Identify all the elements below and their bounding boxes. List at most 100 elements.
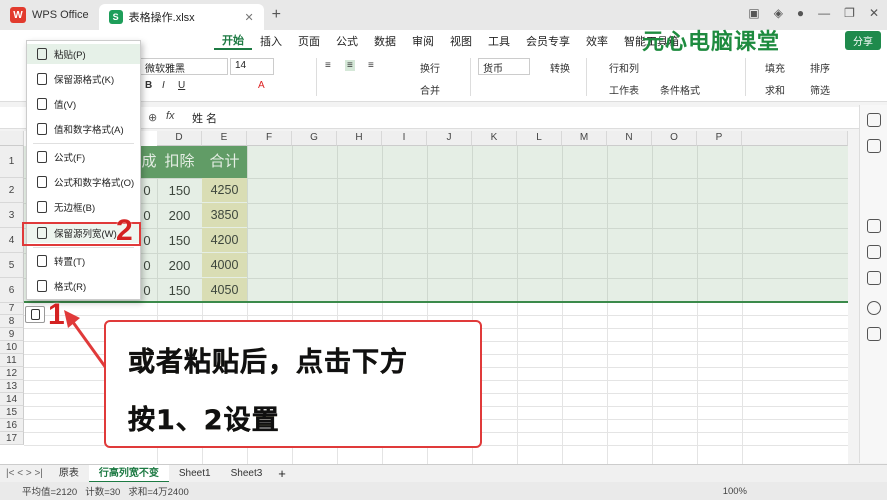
close-window-icon[interactable]: ✕ [869, 6, 879, 20]
cond-format-button[interactable]: 条件格式 [660, 82, 700, 97]
paste-option[interactable]: 粘贴(P) [27, 44, 140, 64]
callout-line-2: 按1、2设置 [128, 405, 280, 436]
align-middle-icon[interactable]: ≡ [345, 60, 355, 71]
user-avatar-icon[interactable]: ● [797, 6, 804, 20]
row-header[interactable]: 11 [0, 354, 24, 367]
paste-option[interactable]: 保留源格式(K) [27, 69, 140, 89]
paste-option[interactable]: 转置(T) [27, 251, 140, 271]
paste-option[interactable]: 值和数字格式(A) [27, 119, 140, 139]
col-header[interactable]: F [247, 131, 292, 146]
font-color-icon[interactable]: A [258, 80, 265, 91]
bold-icon[interactable]: B [145, 80, 152, 91]
formula-input[interactable]: 姓 名 [192, 110, 217, 126]
paste-option[interactable]: 值(V) [27, 94, 140, 114]
col-header[interactable]: M [562, 131, 607, 146]
col-header[interactable]: I [382, 131, 427, 146]
share-panel-icon[interactable] [867, 327, 881, 341]
rows-cols-button[interactable]: 行和列 [609, 60, 639, 75]
merge-button[interactable]: 合并 [420, 82, 440, 97]
row-header[interactable]: 5 [0, 253, 24, 278]
sort-button[interactable]: 排序 [810, 60, 830, 75]
row-header[interactable]: 15 [0, 406, 24, 419]
paste-option[interactable]: 公式和数字格式(O) [27, 172, 140, 192]
menu-data[interactable]: 数据 [366, 33, 404, 49]
share-button[interactable]: 分享 [845, 31, 881, 50]
format-icon[interactable] [867, 245, 881, 259]
sum-button[interactable]: 求和 [765, 82, 785, 97]
wrap-text-button[interactable]: 换行 [420, 60, 440, 75]
convert-button[interactable]: 转换 [550, 60, 570, 75]
sheet-nav-icon[interactable]: |< < > >| [0, 468, 49, 479]
worksheet-button[interactable]: 工作表 [609, 82, 639, 97]
style-icon[interactable] [867, 219, 881, 233]
fill-button[interactable]: 填充 [765, 60, 785, 75]
row-header[interactable]: 14 [0, 393, 24, 406]
col-header[interactable]: O [652, 131, 697, 146]
col-header[interactable]: L [517, 131, 562, 146]
menu-member[interactable]: 会员专享 [518, 33, 578, 49]
fx-icon[interactable]: fx [166, 110, 175, 122]
col-header[interactable]: G [292, 131, 337, 146]
number-format-select[interactable]: 货币 [478, 58, 530, 75]
col-header[interactable]: P [697, 131, 742, 146]
font-size-select[interactable]: 14 [230, 58, 274, 75]
col-header[interactable]: D [157, 131, 202, 146]
close-tab-icon[interactable]: ✕ [244, 11, 253, 24]
col-header[interactable]: N [607, 131, 652, 146]
align-top-icon[interactable]: ≡ [325, 60, 331, 71]
row-header[interactable]: 9 [0, 328, 24, 341]
menu-view[interactable]: 视图 [442, 33, 480, 49]
col-header[interactable]: K [472, 131, 517, 146]
restore-icon[interactable]: ❐ [844, 6, 855, 20]
row-header[interactable]: 16 [0, 419, 24, 432]
row-header[interactable]: 13 [0, 380, 24, 393]
menu-efficiency[interactable]: 效率 [578, 33, 616, 49]
paste-option[interactable]: 公式(F) [27, 147, 140, 167]
underline-icon[interactable]: U [178, 80, 185, 91]
settings-icon[interactable] [867, 271, 881, 285]
row-header[interactable]: 4 [0, 228, 24, 253]
col-header[interactable]: E [202, 131, 247, 146]
sheet-tab[interactable]: Sheet3 [221, 465, 273, 483]
menu-home[interactable]: 开始 [214, 32, 252, 50]
minimize-icon[interactable]: — [818, 6, 830, 20]
row-header[interactable]: 6 [0, 278, 24, 303]
document-tab[interactable]: S 表格操作.xlsx ✕ [98, 4, 264, 30]
zoom-search-icon[interactable]: ⊕ [148, 111, 157, 124]
status-average: 平均值=2120 [22, 487, 78, 498]
col-header[interactable]: J [427, 131, 472, 146]
clipboard-icon [37, 123, 47, 135]
font-name-select[interactable]: 微软雅黑 [140, 58, 228, 75]
menu-insert[interactable]: 插入 [252, 33, 290, 49]
edit-icon[interactable] [867, 139, 881, 153]
add-sheet-icon[interactable]: + [272, 466, 292, 481]
menu-review[interactable]: 审阅 [404, 33, 442, 49]
sheet-tab[interactable]: 原表 [49, 465, 89, 483]
menu-tools[interactable]: 工具 [480, 33, 518, 49]
align-bottom-icon[interactable]: ≡ [368, 60, 374, 71]
italic-icon[interactable]: I [162, 80, 165, 91]
menu-formula[interactable]: 公式 [328, 33, 366, 49]
panel-icon[interactable] [867, 113, 881, 127]
row-header[interactable]: 12 [0, 367, 24, 380]
col-header[interactable]: H [337, 131, 382, 146]
filter-button[interactable]: 筛选 [810, 82, 830, 97]
row-header[interactable]: 8 [0, 315, 24, 328]
cube-icon[interactable]: ◈ [774, 6, 783, 20]
window-layout-icon[interactable]: ▣ [748, 6, 759, 20]
zoom-level[interactable]: 100% [723, 486, 747, 497]
row-header[interactable]: 1 [0, 146, 24, 178]
row-header[interactable]: 2 [0, 178, 24, 203]
paste-options-button[interactable] [25, 306, 45, 323]
paste-option[interactable]: 格式(R) [27, 276, 140, 296]
row-header[interactable]: 10 [0, 341, 24, 354]
row-header[interactable]: 17 [0, 432, 24, 445]
help-icon[interactable] [867, 301, 881, 315]
row-header[interactable]: 3 [0, 203, 24, 228]
app-tab[interactable]: W WPS Office [0, 0, 99, 30]
row-header[interactable]: 7 [0, 303, 24, 315]
new-tab-icon[interactable]: + [272, 6, 281, 24]
menu-page[interactable]: 页面 [290, 33, 328, 49]
sheet-tab-active[interactable]: 行高列宽不变 [88, 464, 169, 483]
sheet-tab[interactable]: Sheet1 [169, 465, 221, 483]
